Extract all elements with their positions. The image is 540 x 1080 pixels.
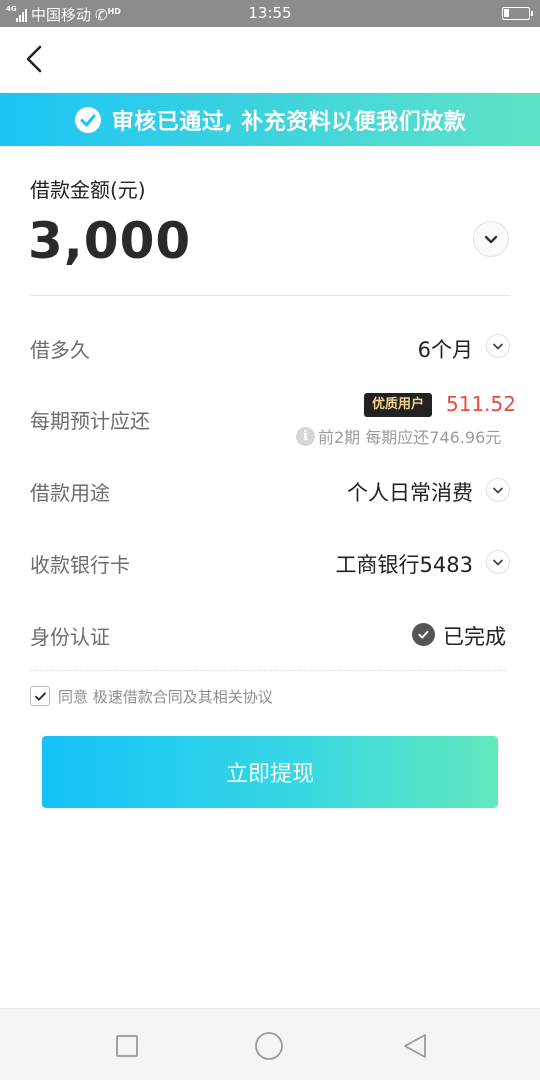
recent-apps-button[interactable] [112,1031,142,1061]
purpose-value[interactable]: 个人日常消费 [300,477,473,507]
identity-status: 已完成 [443,625,506,649]
info-icon[interactable]: i [296,426,315,446]
amount-label: 借款金额(元) [30,178,146,202]
status-time: 13:55 [248,4,292,22]
home-button[interactable] [254,1031,284,1061]
system-nav-bar [0,1008,540,1080]
check-circle-icon [412,623,435,646]
premium-user-badge: 优质用户 [364,393,433,417]
chevron-down-icon [484,235,498,244]
battery-icon [502,7,533,20]
bank-card-value[interactable]: 工商银行5483 [300,549,473,579]
banner-text: 审核已通过, 补充资料以便我们放款 [111,109,467,135]
purpose-dropdown-button[interactable] [486,478,510,502]
triangle-back-icon [404,1034,426,1058]
agreement-checkbox[interactable] [30,686,50,706]
back-nav-button[interactable] [400,1031,430,1061]
approval-banner: 审核已通过, 补充资料以便我们放款 [0,93,540,146]
chevron-down-icon [493,343,503,350]
identity-label: 身份认证 [30,625,110,649]
withdraw-button[interactable]: 立即提现 [42,736,498,808]
circle-icon [255,1032,283,1060]
amount-dropdown-button[interactable] [473,221,509,257]
agreement-text: 同意 极速借款合同及其相关协议 [58,686,273,707]
repayment-label: 每期预计应还 [30,409,150,433]
bank-card-dropdown-button[interactable] [486,550,510,574]
dashed-divider [30,670,506,671]
repayment-note[interactable]: i 前2期 每期应还746.96元 [296,424,501,448]
chevron-down-icon [493,559,503,566]
checkmark-icon [34,691,46,701]
purpose-label: 借款用途 [30,481,110,505]
repayment-amount: 511.52 [446,392,516,416]
term-dropdown-button[interactable] [486,334,510,358]
back-button[interactable] [18,41,54,77]
check-circle-icon [74,106,101,133]
amount-value: 3,000 [28,212,192,270]
amount-divider [30,295,510,296]
square-icon [116,1035,138,1057]
repayment-note-text: 前2期 每期应还746.96元 [318,428,502,447]
header [0,27,540,93]
status-bar: 4G 中国移动 ✆HD 13:55 [0,0,540,27]
agreement-link[interactable]: 极速借款合同及其相关协议 [93,688,273,706]
term-label: 借多久 [30,338,90,362]
chevron-down-icon [493,487,503,494]
chevron-left-icon [26,45,42,73]
term-value[interactable]: 6个月 [330,334,473,364]
agreement-prefix: 同意 [58,688,89,706]
bank-card-label: 收款银行卡 [30,553,130,577]
